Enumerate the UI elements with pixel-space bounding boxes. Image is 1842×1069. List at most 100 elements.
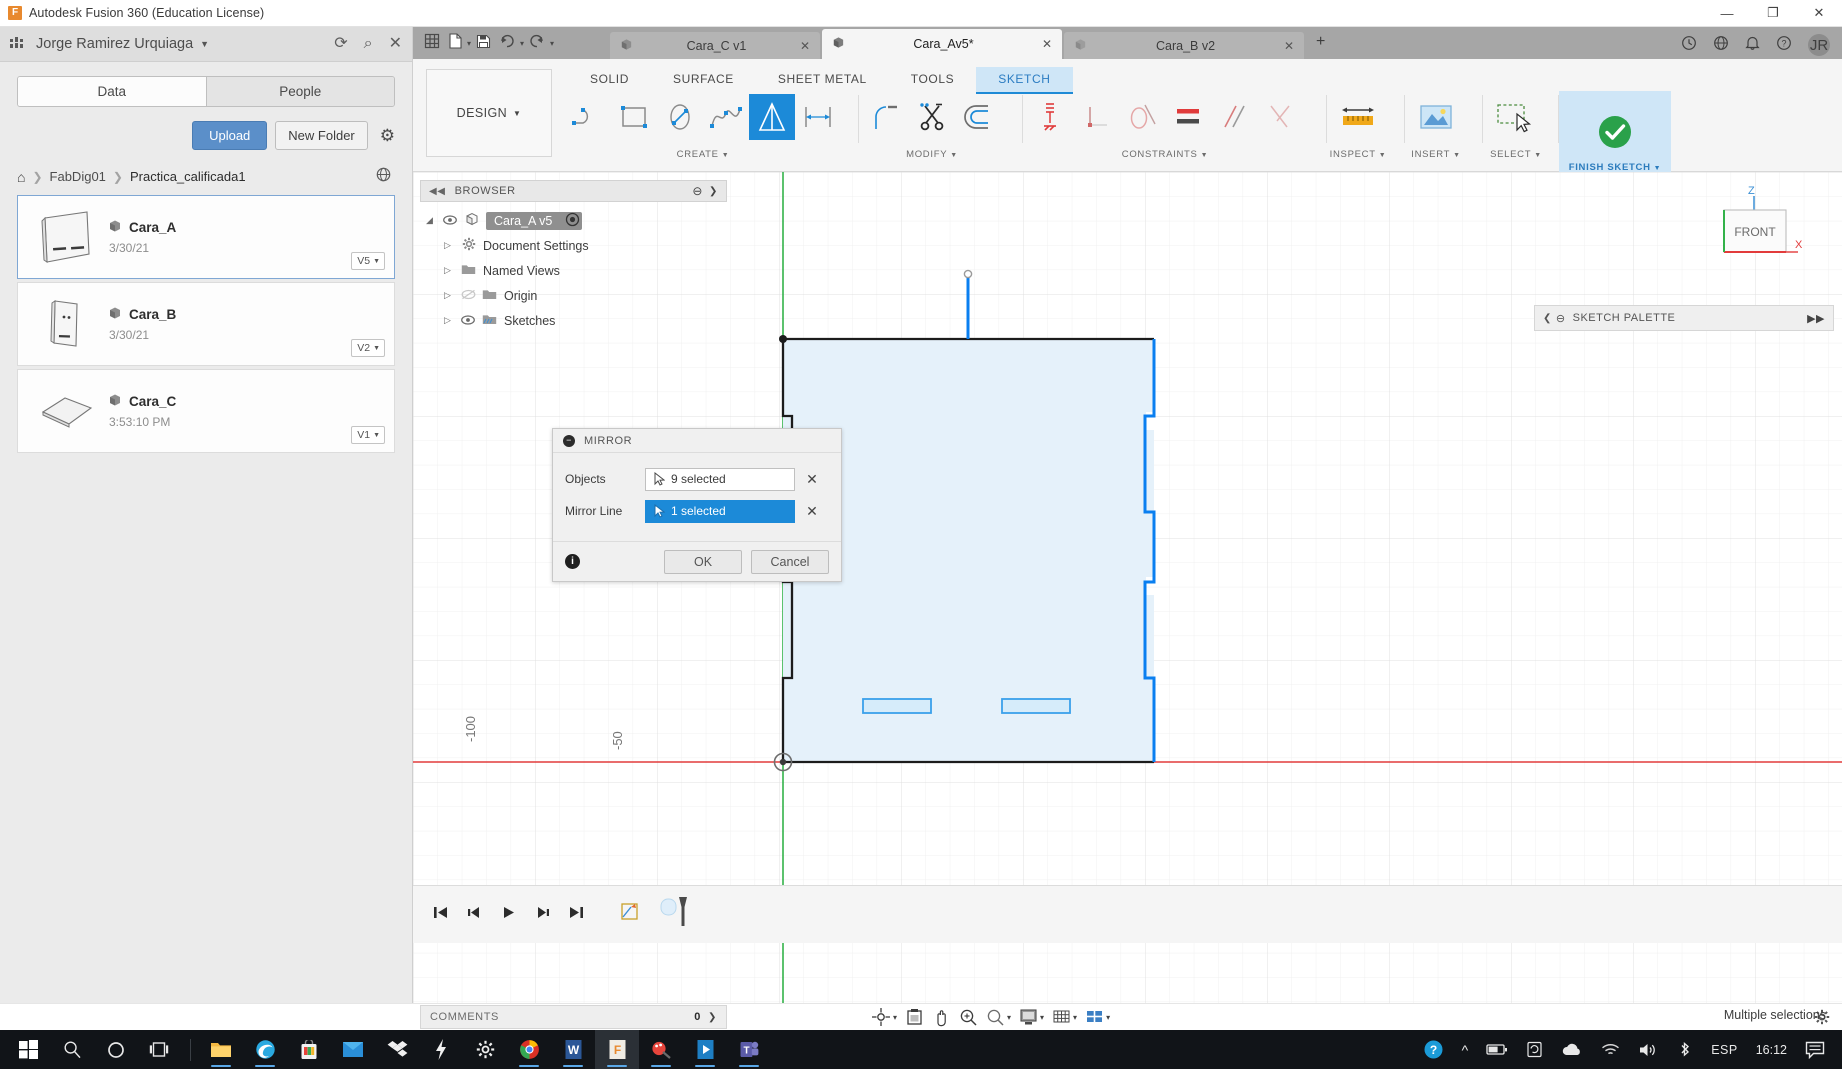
- perpendicular-constraint-icon[interactable]: [1073, 94, 1119, 140]
- version-badge[interactable]: V2 ▼: [351, 339, 385, 357]
- ok-button[interactable]: OK: [664, 549, 742, 574]
- globe-icon[interactable]: [376, 167, 391, 186]
- save-icon[interactable]: [473, 34, 494, 53]
- store-icon[interactable]: [287, 1030, 331, 1069]
- paint-icon[interactable]: [639, 1030, 683, 1069]
- account-chevron-down-icon[interactable]: ▼: [200, 39, 209, 49]
- mail-icon[interactable]: [331, 1030, 375, 1069]
- tree-node-document-settings[interactable]: ▷ Document Settings: [426, 233, 727, 258]
- movies-icon[interactable]: [683, 1030, 727, 1069]
- account-name[interactable]: Jorge Ramirez Urquiaga: [36, 36, 193, 52]
- word-icon[interactable]: W: [551, 1030, 595, 1069]
- visibility-eye-icon[interactable]: [461, 314, 475, 328]
- select-cursor-icon[interactable]: [1487, 94, 1545, 140]
- tangent-constraint-icon[interactable]: [1119, 94, 1165, 140]
- viewports-icon[interactable]: ▾: [1082, 1006, 1113, 1028]
- undo-icon[interactable]: [496, 34, 518, 52]
- minimize-panel-icon[interactable]: ⊖: [692, 184, 703, 198]
- start-icon[interactable]: [6, 1030, 50, 1069]
- pan-icon[interactable]: [929, 1006, 954, 1029]
- chevron-down-icon[interactable]: ▾: [893, 1013, 897, 1022]
- dropbox-icon[interactable]: [375, 1030, 419, 1069]
- chevron-up-icon[interactable]: ^: [1453, 1042, 1478, 1058]
- avatar[interactable]: JR: [1808, 34, 1830, 56]
- cloud-icon[interactable]: [1552, 1043, 1592, 1057]
- spline-tool-icon[interactable]: [703, 94, 749, 140]
- tree-node-origin[interactable]: ▷ Origin: [426, 283, 727, 308]
- home-icon[interactable]: ⌂: [17, 169, 25, 185]
- zoom-icon[interactable]: [956, 1006, 981, 1029]
- skip-to-start-icon[interactable]: [425, 901, 456, 928]
- collapse-left-icon[interactable]: ❮: [1543, 313, 1552, 324]
- settings-gear-icon[interactable]: [463, 1030, 507, 1069]
- chevron-down-icon[interactable]: ▾: [1073, 1013, 1077, 1022]
- ribbon-group-label[interactable]: SELECT ▼: [1490, 149, 1542, 160]
- volume-icon[interactable]: [1629, 1042, 1667, 1058]
- tree-node-sketches[interactable]: ▷ Sketches: [426, 308, 727, 333]
- battery-icon[interactable]: [1477, 1043, 1517, 1056]
- chrome-icon[interactable]: [507, 1030, 551, 1069]
- close-panel-icon[interactable]: ✕: [389, 36, 402, 52]
- sync-icon[interactable]: [1517, 1041, 1552, 1058]
- close-icon[interactable]: ✕: [1284, 39, 1294, 53]
- finish-sketch-button[interactable]: FINISH SKETCH ▼: [1558, 91, 1671, 181]
- rectangle-tool-icon[interactable]: [611, 94, 657, 140]
- breadcrumb-item-folder[interactable]: Practica_calificada1: [130, 169, 246, 184]
- expand-triangle-icon[interactable]: ▷: [444, 290, 454, 301]
- minimize-icon[interactable]: ⊖: [1556, 312, 1566, 325]
- close-icon[interactable]: ✕: [1042, 37, 1052, 51]
- search-icon[interactable]: [50, 1030, 94, 1069]
- new-tab-button[interactable]: +: [1306, 33, 1335, 54]
- help-icon[interactable]: ?: [1776, 35, 1792, 55]
- ribbon-group-label[interactable]: INSPECT ▼: [1330, 149, 1387, 160]
- document-tab-cara-b[interactable]: Cara_B v2 ✕: [1064, 32, 1305, 59]
- expand-triangle-icon[interactable]: ▷: [444, 240, 454, 251]
- mirror-line-selection-field[interactable]: 1 selected: [645, 499, 795, 523]
- tab-sketch[interactable]: SKETCH: [976, 67, 1073, 94]
- apps-grid-icon[interactable]: [10, 36, 28, 52]
- mirror-tool-icon[interactable]: [749, 94, 795, 140]
- language-indicator[interactable]: ESP: [1702, 1043, 1747, 1057]
- trim-tool-icon[interactable]: [909, 94, 955, 140]
- tab-people[interactable]: People: [205, 77, 394, 106]
- collapse-icon[interactable]: ◀◀: [429, 186, 446, 197]
- ribbon-group-label[interactable]: CREATE ▼: [677, 149, 730, 160]
- breadcrumb-item-project[interactable]: FabDig01: [50, 169, 106, 184]
- step-forward-icon[interactable]: [527, 901, 558, 928]
- tab-tools[interactable]: TOOLS: [889, 67, 976, 94]
- history-icon[interactable]: [1681, 35, 1697, 55]
- measure-icon[interactable]: [1331, 94, 1385, 140]
- chevron-down-icon[interactable]: ▾: [520, 39, 524, 48]
- symmetry-constraint-icon[interactable]: [1257, 94, 1303, 140]
- info-icon[interactable]: i: [565, 554, 580, 569]
- tree-node-cara-a[interactable]: ◢ Cara_A v5: [426, 208, 727, 233]
- tab-sheet-metal[interactable]: SHEET METAL: [756, 67, 889, 94]
- grid-snap-icon[interactable]: ▾: [1049, 1006, 1080, 1028]
- activate-component-icon[interactable]: [565, 212, 580, 230]
- new-folder-button[interactable]: New Folder: [275, 121, 368, 150]
- search-icon[interactable]: ⌕: [364, 36, 373, 52]
- fusion360-icon[interactable]: F: [595, 1030, 639, 1069]
- teams-icon[interactable]: T: [727, 1030, 771, 1069]
- display-settings-icon[interactable]: ▾: [1016, 1006, 1047, 1028]
- expand-triangle-icon[interactable]: ◢: [426, 215, 436, 226]
- action-center-icon[interactable]: [1796, 1041, 1834, 1059]
- chevron-down-icon[interactable]: ▾: [1040, 1013, 1044, 1022]
- task-view-icon[interactable]: [138, 1030, 182, 1069]
- visibility-eye-icon[interactable]: [443, 214, 457, 228]
- workspace-switcher[interactable]: DESIGN ▼: [426, 69, 552, 157]
- help-globe-icon[interactable]: [1713, 35, 1729, 55]
- minimize-button[interactable]: —: [1704, 0, 1750, 27]
- timeline-playhead-icon[interactable]: [653, 892, 697, 938]
- line-tool-icon[interactable]: [565, 94, 611, 140]
- new-file-icon[interactable]: [445, 33, 465, 53]
- tab-solid[interactable]: SOLID: [568, 67, 651, 94]
- sketch-timeline-marker-icon[interactable]: [612, 897, 648, 933]
- wifi-icon[interactable]: [1592, 1042, 1629, 1057]
- chevron-down-icon[interactable]: ▾: [1106, 1013, 1110, 1022]
- clear-mirror-line-icon[interactable]: ✕: [795, 503, 829, 520]
- document-tab-cara-c[interactable]: Cara_C v1 ✕: [610, 32, 821, 59]
- fillet-tool-icon[interactable]: [863, 94, 909, 140]
- objects-selection-field[interactable]: 9 selected: [645, 467, 795, 491]
- expand-right-icon[interactable]: ▶▶: [1807, 312, 1825, 325]
